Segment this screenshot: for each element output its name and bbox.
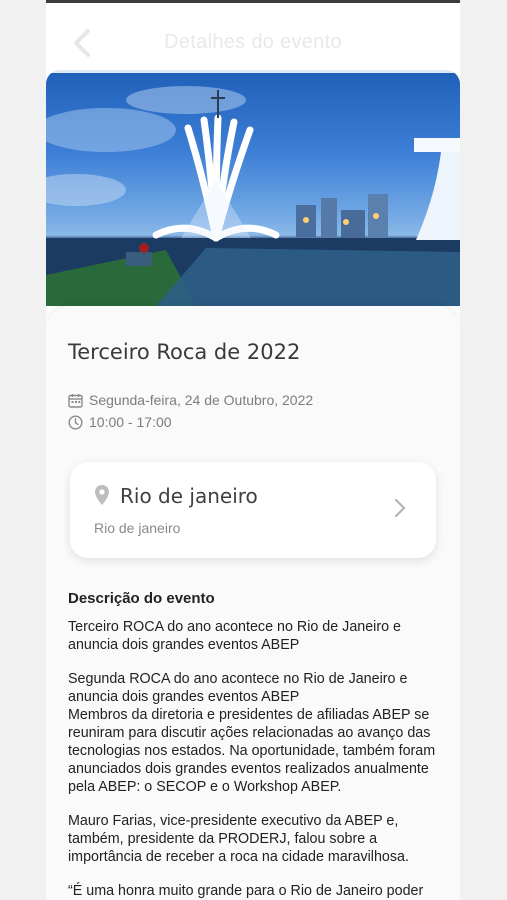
app-bar: Detalhes do evento xyxy=(46,3,460,73)
location-subtitle: Rio de janeiro xyxy=(94,520,181,536)
event-cover-image xyxy=(46,70,460,306)
event-date-row: Segunda-feira, 24 de Outubro, 2022 xyxy=(68,392,313,408)
chevron-right-icon xyxy=(394,498,406,518)
event-time-row: 10:00 - 17:00 xyxy=(68,414,172,430)
location-name: Rio de janeiro xyxy=(120,484,258,508)
page-title: Detalhes do evento xyxy=(164,31,342,53)
description-paragraph: Terceiro ROCA do ano acontece no Rio de … xyxy=(68,619,401,653)
event-date: Segunda-feira, 24 de Outubro, 2022 xyxy=(89,392,314,408)
event-title: Terceiro Roca de 2022 xyxy=(68,340,301,364)
description-title: Descrição do evento xyxy=(68,590,215,607)
calendar-icon xyxy=(68,393,83,408)
description-paragraph: Segunda ROCA do ano acontece no Rio de J… xyxy=(68,671,436,795)
location-card[interactable]: Rio de janeiro Rio de janeiro xyxy=(70,462,436,558)
description-paragraph: “É uma honra muito grande para o Rio de … xyxy=(68,883,424,899)
event-time: 10:00 - 17:00 xyxy=(89,414,172,430)
clock-icon xyxy=(68,414,83,430)
location-pin-icon xyxy=(95,485,109,505)
event-details-sheet: Terceiro Roca de 2022 Segunda-feira, 24 … xyxy=(46,306,460,900)
phone-screen: Detalhes do evento Terceiro Roca de 2022… xyxy=(46,0,460,900)
description-paragraph: Mauro Farias, vice-presidente executivo … xyxy=(68,813,409,865)
description-body: Terceiro ROCA do ano acontece no Rio de … xyxy=(68,618,440,900)
